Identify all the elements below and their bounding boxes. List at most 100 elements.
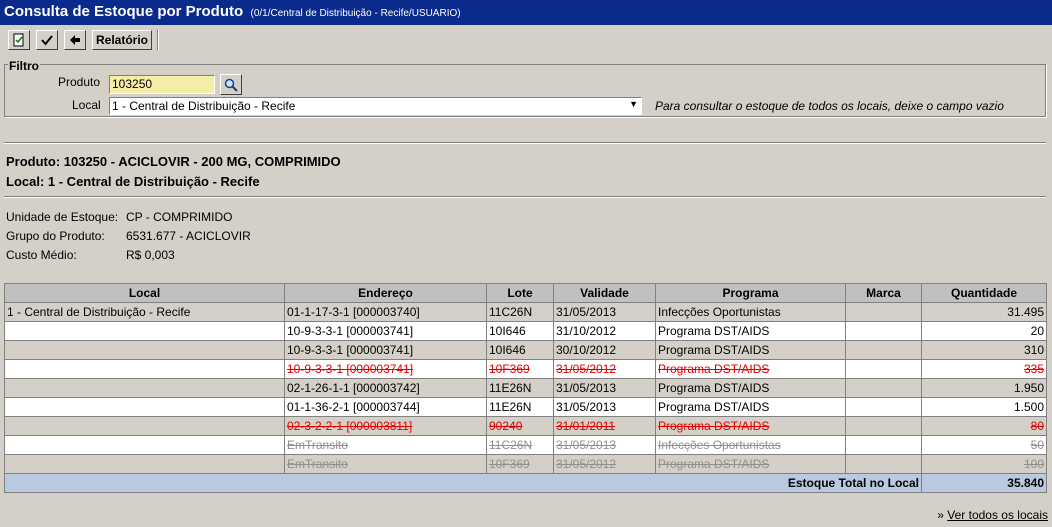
cell-local (4, 340, 285, 360)
cell-local (4, 321, 285, 341)
total-value: 35.840 (921, 473, 1047, 493)
cell-local (4, 378, 285, 398)
cell-marca (845, 302, 922, 322)
cell-lote: 11C26N (486, 302, 554, 322)
back-button[interactable] (64, 30, 86, 50)
cell-validade: 31/05/2013 (553, 378, 656, 398)
cell-quantidade: 100 (921, 454, 1047, 474)
cell-quantidade: 80 (921, 416, 1047, 436)
table-row[interactable]: 01-1-36-2-1 [000003744] 11E26N 31/05/2013 P… (4, 397, 1047, 417)
column-header-lote[interactable]: Lote (486, 283, 554, 303)
cell-endereco: EmTransito (284, 435, 487, 455)
table-row[interactable]: 10-9-3-3-1 [000003741] 10F369 31/05/2012 Pr… (4, 359, 1047, 379)
window-title-bar: Consulta de Estoque por Produto (0/1/Cen… (0, 0, 1052, 25)
stock-table: Local Endereço Lote Validade Programa Ma… (4, 283, 1047, 493)
cell-programa: Infecções Oportunistas (655, 435, 846, 455)
cell-lote: 10I646 (486, 321, 554, 341)
cell-endereco: 02-3-2-2-1 [000003811] (284, 416, 487, 436)
cell-local (4, 359, 285, 379)
cell-quantidade: 335 (921, 359, 1047, 379)
cell-quantidade: 20 (921, 321, 1047, 341)
table-row[interactable]: 10-9-3-3-1 [000003741] 10I646 30/10/2012 Pr… (4, 340, 1047, 360)
cell-local (4, 397, 285, 417)
product-input[interactable]: 103250 (109, 75, 215, 94)
divider (4, 196, 1046, 198)
table-row[interactable]: 02-3-2-2-1 [000003811] 90240 31/01/2011 Pro… (4, 416, 1047, 436)
cell-marca (845, 378, 922, 398)
column-header-local[interactable]: Local (4, 283, 285, 303)
cell-quantidade: 310 (921, 340, 1047, 360)
cell-programa: Programa DST/AIDS (655, 378, 846, 398)
cost-label: Custo Médio: (6, 248, 77, 262)
product-search-button[interactable] (220, 74, 242, 95)
cell-marca (845, 340, 922, 360)
cell-marca (845, 435, 922, 455)
cell-lote: 10F369 (486, 359, 554, 379)
filter-legend: Filtro (8, 59, 40, 73)
location-select[interactable]: 1 - Central de Distribuição - Recife ▼ (109, 97, 642, 115)
cell-programa: Programa DST/AIDS (655, 359, 846, 379)
divider (4, 142, 1046, 144)
cell-lote: 11E26N (486, 378, 554, 398)
cell-local (4, 454, 285, 474)
cell-validade: 31/05/2013 (553, 435, 656, 455)
check-icon (41, 35, 53, 46)
new-document-icon (13, 33, 24, 47)
link-label: Ver todos os locais (947, 508, 1048, 522)
location-label: Local (72, 98, 101, 112)
cell-marca (845, 416, 922, 436)
cell-programa: Programa DST/AIDS (655, 454, 846, 474)
cell-marca (845, 359, 922, 379)
total-label: Estoque Total no Local (4, 473, 922, 493)
column-header-marca[interactable]: Marca (845, 283, 922, 303)
table-row[interactable]: EmTransito 11C26N 31/05/2013 Infecções Opor… (4, 435, 1047, 455)
cell-validade: 31/05/2012 (553, 359, 656, 379)
cell-endereco: 01-1-17-3-1 [000003740] (284, 302, 487, 322)
column-header-endereco[interactable]: Endereço (284, 283, 487, 303)
cell-validade: 31/01/2011 (553, 416, 656, 436)
column-header-validade[interactable]: Validade (553, 283, 656, 303)
report-button[interactable]: Relatório (92, 30, 152, 50)
cell-marca (845, 321, 922, 341)
location-hint: Para consultar o estoque de todos os loc… (655, 99, 1004, 113)
back-arrow-icon (70, 35, 80, 45)
cell-validade: 31/05/2013 (553, 397, 656, 417)
cell-endereco: 02-1-26-1-1 [000003742] (284, 378, 487, 398)
cell-endereco: 10-9-3-3-1 [000003741] (284, 359, 487, 379)
table-row[interactable]: 1 - Central de Distribuição - Recife 01-1… (4, 302, 1047, 322)
view-all-locations-link[interactable]: » Ver todos os locais (937, 508, 1048, 522)
location-heading: Local: 1 - Central de Distribuição - Rec… (6, 174, 260, 189)
column-header-programa[interactable]: Programa (655, 283, 846, 303)
cell-programa: Programa DST/AIDS (655, 340, 846, 360)
cell-marca (845, 454, 922, 474)
cost-value: R$ 0,003 (126, 248, 175, 262)
toolbar-separator (157, 30, 159, 50)
group-value: 6531.677 - ACICLOVIR (126, 229, 251, 243)
column-header-quantidade[interactable]: Quantidade (921, 283, 1047, 303)
toolbar: Relatório (0, 27, 1052, 55)
location-select-value: 1 - Central de Distribuição - Recife (112, 99, 296, 113)
cell-endereco: 10-9-3-3-1 [000003741] (284, 340, 487, 360)
cell-quantidade: 1.500 (921, 397, 1047, 417)
cell-quantidade: 50 (921, 435, 1047, 455)
cell-lote: 90240 (486, 416, 554, 436)
cell-validade: 31/05/2013 (553, 302, 656, 322)
cell-endereco: 01-1-36-2-1 [000003744] (284, 397, 487, 417)
cell-validade: 31/05/2012 (553, 454, 656, 474)
confirm-button[interactable] (36, 30, 58, 50)
dropdown-arrow-icon: ▼ (629, 99, 638, 109)
table-row[interactable]: 02-1-26-1-1 [000003742] 11E26N 31/05/2013 P… (4, 378, 1047, 398)
cell-endereco: 10-9-3-3-1 [000003741] (284, 321, 487, 341)
cell-programa: Programa DST/AIDS (655, 416, 846, 436)
total-row: Estoque Total no Local 35.840 (4, 473, 1047, 493)
cell-validade: 30/10/2012 (553, 340, 656, 360)
cell-quantidade: 31.495 (921, 302, 1047, 322)
new-document-button[interactable] (8, 30, 30, 50)
cell-lote: 10F369 (486, 454, 554, 474)
table-row[interactable]: EmTransito 10F369 31/05/2012 Programa DST/A… (4, 454, 1047, 474)
cell-marca (845, 397, 922, 417)
product-label: Produto (58, 75, 101, 89)
cell-lote: 10I646 (486, 340, 554, 360)
group-label: Grupo do Produto: (6, 229, 105, 243)
table-row[interactable]: 10-9-3-3-1 [000003741] 10I646 31/10/2012 Pr… (4, 321, 1047, 341)
